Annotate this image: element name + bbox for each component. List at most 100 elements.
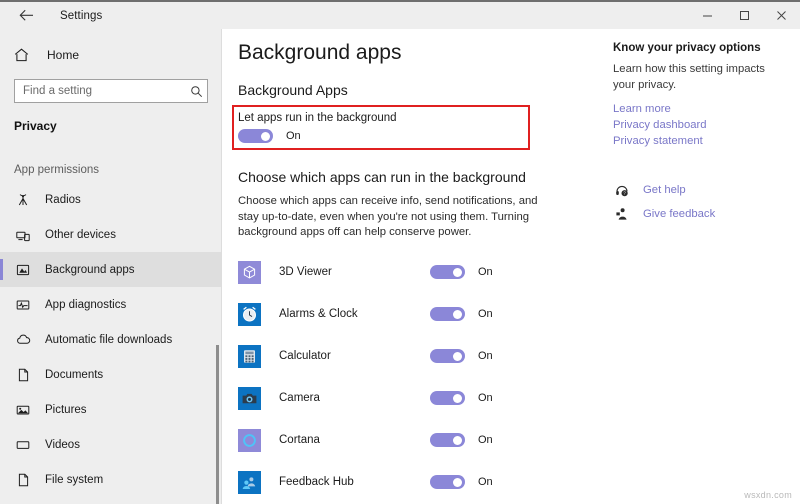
- app-toggle-wrap: On: [430, 475, 520, 489]
- help-headset-icon: ?: [613, 183, 631, 197]
- sidebar-item-file-system[interactable]: File system: [0, 462, 222, 497]
- rail-description: Learn how this setting impacts your priv…: [613, 62, 773, 93]
- sidebar-item-label: Documents: [45, 369, 103, 381]
- app-toggle-switch[interactable]: [430, 475, 465, 489]
- app-row[interactable]: Alarms & Clock On: [230, 293, 520, 335]
- give-feedback-label: Give feedback: [643, 208, 715, 220]
- home-label: Home: [47, 48, 79, 62]
- other-devices-icon: [14, 228, 32, 242]
- feedback-hub-icon: [238, 471, 261, 494]
- search-icon[interactable]: [185, 85, 207, 98]
- link-learn-more[interactable]: Learn more: [613, 103, 793, 115]
- title-bar: Settings: [0, 2, 800, 29]
- app-row[interactable]: Feedback Hub On: [230, 461, 520, 503]
- rail-actions: ? Get help Give feedback: [613, 183, 793, 221]
- sidebar-group-label: App permissions: [0, 164, 222, 176]
- app-diagnostics-icon: [14, 298, 32, 312]
- app-toggle-switch[interactable]: [430, 307, 465, 321]
- sidebar-nav-list: Radios Other devices: [0, 182, 222, 497]
- app-row[interactable]: Calculator On: [230, 335, 520, 377]
- app-row[interactable]: Cortana On: [230, 419, 520, 461]
- sidebar-item-app-diagnostics[interactable]: App diagnostics: [0, 287, 222, 322]
- app-toggle-wrap: On: [430, 391, 520, 405]
- app-name: Cortana: [279, 434, 430, 446]
- sidebar-item-label: Other devices: [45, 229, 116, 241]
- cloud-download-icon: [14, 333, 32, 347]
- get-help-action[interactable]: ? Get help: [613, 183, 793, 197]
- window-title: Settings: [60, 10, 102, 22]
- app-toggle-state: On: [478, 266, 493, 278]
- app-row[interactable]: 3D Viewer On: [230, 251, 520, 293]
- sidebar-item-label: Background apps: [45, 264, 135, 276]
- search-box[interactable]: [14, 79, 208, 103]
- calculator-icon: [238, 345, 261, 368]
- link-privacy-dashboard[interactable]: Privacy dashboard: [613, 119, 793, 131]
- app-toggle-switch[interactable]: [430, 391, 465, 405]
- app-toggle-wrap: On: [430, 349, 520, 363]
- maximize-button[interactable]: [726, 2, 763, 29]
- back-arrow-icon[interactable]: [8, 3, 44, 29]
- file-system-icon: [14, 473, 32, 487]
- background-apps-icon: [14, 263, 32, 277]
- sidebar-item-background-apps[interactable]: Background apps: [0, 252, 222, 287]
- sidebar-item-label: Videos: [45, 439, 80, 451]
- cortana-icon: [238, 429, 261, 452]
- app-toggle-state: On: [478, 476, 493, 488]
- toggle-knob: [453, 394, 462, 403]
- app-toggle-switch[interactable]: [430, 349, 465, 363]
- radio-tower-icon: [14, 193, 32, 207]
- watermark: wsxdn.com: [744, 490, 792, 500]
- sidebar-scrollbar-thumb[interactable]: [216, 345, 219, 504]
- toggle-knob: [261, 132, 270, 141]
- rail-title: Know your privacy options: [613, 42, 793, 54]
- settings-window: Settings Home: [0, 0, 800, 504]
- get-help-label: Get help: [643, 184, 686, 196]
- app-name: 3D Viewer: [279, 266, 430, 278]
- sidebar: Home Privacy App permissions: [0, 29, 222, 504]
- app-toggle-state: On: [478, 350, 493, 362]
- app-toggle-switch[interactable]: [430, 265, 465, 279]
- videos-icon: [14, 438, 32, 452]
- toggle-knob: [453, 478, 462, 487]
- app-toggle-switch[interactable]: [430, 433, 465, 447]
- sidebar-item-videos[interactable]: Videos: [0, 427, 222, 462]
- link-privacy-statement[interactable]: Privacy statement: [613, 135, 793, 147]
- search-input[interactable]: [15, 85, 185, 97]
- sidebar-item-other-devices[interactable]: Other devices: [0, 217, 222, 252]
- sidebar-item-documents[interactable]: Documents: [0, 357, 222, 392]
- give-feedback-action[interactable]: Give feedback: [613, 207, 793, 221]
- toggle-knob: [453, 436, 462, 445]
- sidebar-item-automatic-file-downloads[interactable]: Automatic file downloads: [0, 322, 222, 357]
- home-icon: [14, 48, 34, 62]
- master-toggle-row: On: [238, 129, 301, 143]
- alarms-clock-icon: [238, 303, 261, 326]
- toggle-knob: [453, 268, 462, 277]
- sidebar-item-label: File system: [45, 474, 103, 486]
- 3d-viewer-icon: [238, 261, 261, 284]
- sidebar-item-label: Automatic file downloads: [45, 334, 172, 346]
- app-row[interactable]: Camera On: [230, 377, 520, 419]
- master-toggle-switch[interactable]: [238, 129, 273, 143]
- app-toggle-wrap: On: [430, 433, 520, 447]
- app-name: Calculator: [279, 350, 430, 362]
- sidebar-item-radios[interactable]: Radios: [0, 182, 222, 217]
- minimize-button[interactable]: [689, 2, 726, 29]
- sidebar-item-label: Pictures: [45, 404, 87, 416]
- pictures-icon: [14, 403, 32, 417]
- app-toggle-wrap: On: [430, 265, 520, 279]
- master-toggle-state: On: [286, 130, 301, 142]
- app-toggle-state: On: [478, 434, 493, 446]
- close-button[interactable]: [763, 2, 800, 29]
- sidebar-item-pictures[interactable]: Pictures: [0, 392, 222, 427]
- app-toggle-state: On: [478, 392, 493, 404]
- camera-icon: [238, 387, 261, 410]
- rail-links: Learn more Privacy dashboard Privacy sta…: [613, 103, 793, 147]
- background-apps-description: Choose which apps can receive info, send…: [238, 194, 544, 241]
- sidebar-item-label: App diagnostics: [45, 299, 126, 311]
- toggle-knob: [453, 310, 462, 319]
- sidebar-item-home[interactable]: Home: [0, 40, 222, 70]
- master-toggle-label: Let apps run in the background: [238, 112, 397, 124]
- app-name: Camera: [279, 392, 430, 404]
- app-name: Alarms & Clock: [279, 308, 430, 320]
- app-toggle-state: On: [478, 308, 493, 320]
